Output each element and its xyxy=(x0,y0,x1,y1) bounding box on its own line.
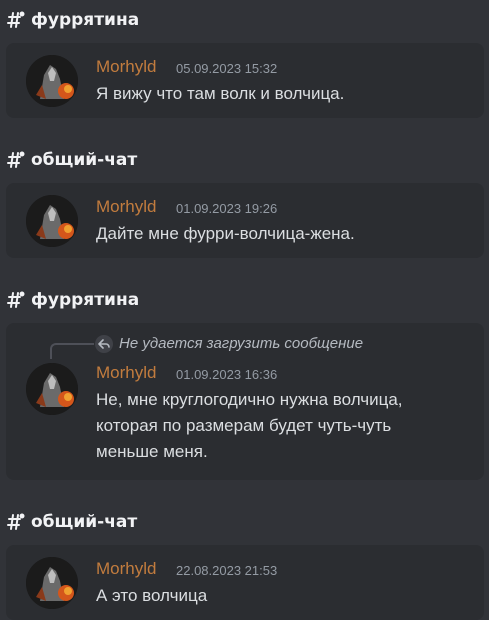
thread-channel-icon xyxy=(7,291,25,308)
timestamp: 05.09.2023 15:32 xyxy=(176,61,278,76)
channel-name: фуррятина xyxy=(31,10,140,30)
thread-channel-icon xyxy=(7,11,25,28)
channel-header[interactable]: фуррятина xyxy=(6,6,139,34)
thread-channel-icon xyxy=(7,513,25,530)
avatar[interactable] xyxy=(26,557,78,609)
search-result-message[interactable]: Morhyld 05.09.2023 15:32 Я вижу что там … xyxy=(6,43,484,118)
channel-name: общий-чат xyxy=(31,150,138,170)
channel-header[interactable]: общий-чат xyxy=(6,508,137,536)
avatar[interactable] xyxy=(26,55,78,107)
author-name[interactable]: Morhyld xyxy=(96,57,156,77)
search-result-message[interactable]: Morhyld 22.08.2023 21:53 А это волчица xyxy=(6,545,484,620)
avatar-image xyxy=(26,557,78,609)
avatar-image xyxy=(26,55,78,107)
message-content: А это волчица xyxy=(96,586,208,605)
avatar-image xyxy=(26,195,78,247)
search-result-message[interactable]: Не удается загрузить сообщение Morhyld 0… xyxy=(6,323,484,480)
avatar[interactable] xyxy=(26,195,78,247)
author-name[interactable]: Morhyld xyxy=(96,363,156,383)
channel-header[interactable]: фуррятина xyxy=(6,286,139,314)
channel-header[interactable]: общий-чат xyxy=(6,146,137,174)
timestamp: 01.09.2023 19:26 xyxy=(176,201,278,216)
message-content: Не, мне круглогодично нужна волчица, кот… xyxy=(96,390,403,461)
timestamp: 22.08.2023 21:53 xyxy=(176,563,278,578)
author-name[interactable]: Morhyld xyxy=(96,559,156,579)
search-result-message[interactable]: Morhyld 01.09.2023 19:26 Дайте мне фурри… xyxy=(6,183,484,258)
avatar-image xyxy=(26,363,78,415)
message-content: Дайте мне фурри-волчица-жена. xyxy=(96,224,355,243)
reply-arrow-icon xyxy=(95,335,113,353)
message-content: Я вижу что там волк и волчица. xyxy=(96,84,345,103)
thread-channel-icon xyxy=(7,151,25,168)
timestamp: 01.09.2023 16:36 xyxy=(176,367,278,382)
reply-preview[interactable]: Не удается загрузить сообщение xyxy=(119,335,363,352)
channel-name: фуррятина xyxy=(31,290,140,310)
author-name[interactable]: Morhyld xyxy=(96,197,156,217)
channel-name: общий-чат xyxy=(31,512,138,532)
reply-connector xyxy=(50,343,94,359)
avatar[interactable] xyxy=(26,363,78,415)
